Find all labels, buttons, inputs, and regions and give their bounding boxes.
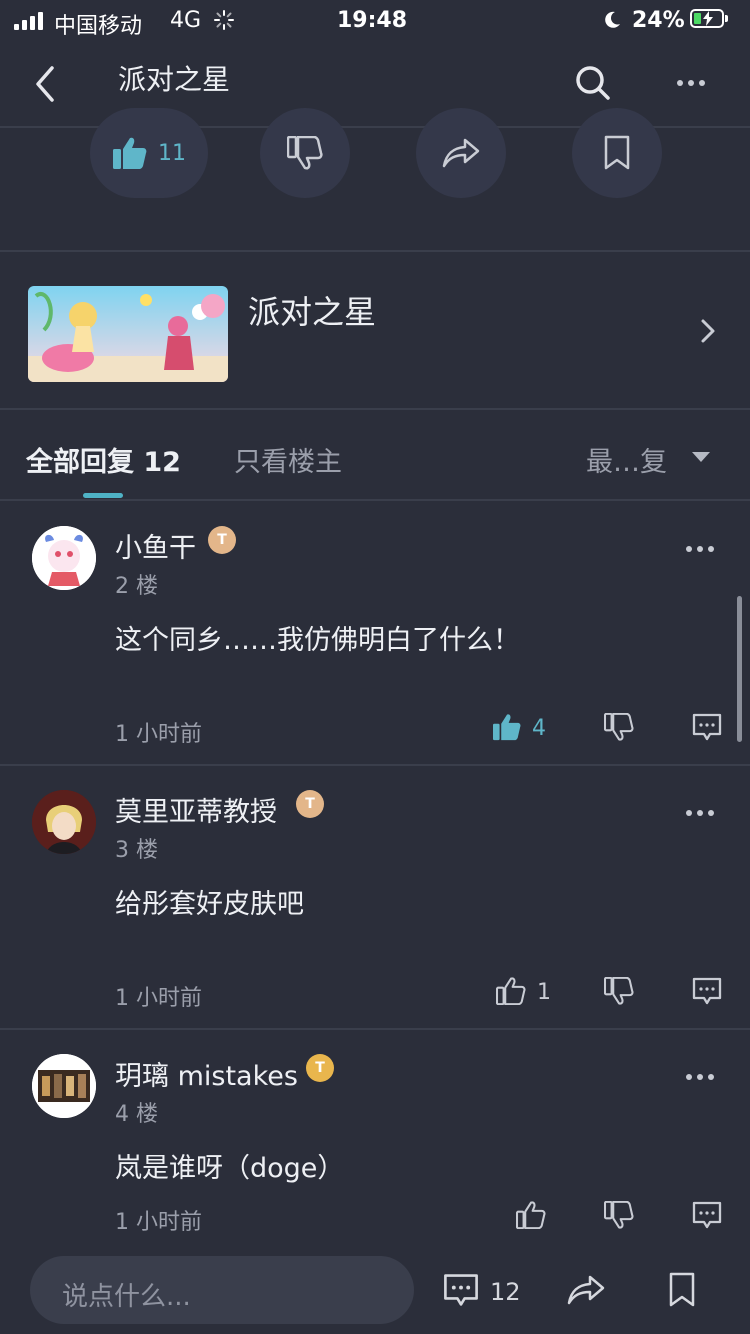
thumbs-up-icon[interactable] [516, 1201, 546, 1229]
post-dislike-button[interactable] [260, 108, 350, 198]
loading-spinner-icon [214, 10, 234, 30]
reply-item [0, 1030, 750, 1246]
comment-input-placeholder[interactable]: 说点什么... [62, 1276, 191, 1313]
reply-time: 1 小时前 [115, 722, 202, 747]
thumbs-down-icon[interactable] [604, 1201, 634, 1229]
moon-icon [605, 11, 620, 28]
user-level-badge: T [306, 1054, 334, 1082]
avatar[interactable] [32, 526, 96, 590]
network-label: 4G [170, 8, 202, 33]
caret-down-icon[interactable] [692, 452, 710, 462]
thumbs-up-icon [113, 137, 147, 169]
sort-selector[interactable]: 最…复 [586, 440, 667, 479]
signal-icon [14, 12, 44, 30]
back-icon[interactable] [30, 64, 60, 104]
comment-count: 12 [490, 1278, 521, 1306]
reply-more-icon[interactable] [686, 1074, 714, 1080]
game-name: 派对之星 [248, 293, 377, 331]
status-bar: 中国移动 4G 19:48 24% [0, 0, 750, 40]
reply-time: 1 小时前 [115, 986, 202, 1011]
battery-tip [725, 15, 728, 22]
chevron-right-icon[interactable] [698, 318, 718, 344]
user-level-badge: T [208, 526, 236, 554]
post-share-button[interactable] [416, 108, 506, 198]
share-icon[interactable] [566, 1274, 606, 1306]
comment-icon[interactable] [692, 976, 722, 1006]
username[interactable]: 小鱼干 [115, 526, 196, 565]
thumbs-up-icon[interactable] [492, 713, 522, 741]
floor-number: 3 楼 [115, 838, 158, 863]
game-cover-image [28, 286, 228, 382]
page-title: 派对之星 [118, 63, 231, 96]
thumbs-down-icon [287, 136, 323, 170]
comments-icon[interactable] [442, 1272, 480, 1308]
tab-active-indicator [83, 493, 123, 498]
reply-content: 岚是谁呀（doge） [115, 1153, 345, 1184]
username[interactable]: 玥璃 mistakes [115, 1054, 298, 1093]
reply-like-count: 1 [537, 980, 551, 1005]
clock: 19:48 [337, 8, 408, 33]
avatar[interactable] [32, 1054, 96, 1118]
comment-icon[interactable] [692, 1200, 722, 1230]
battery-percent: 24% [632, 8, 685, 33]
carrier-label: 中国移动 [54, 14, 143, 39]
reply-content: 给彤套好皮肤吧 [115, 889, 304, 920]
thumbs-up-icon[interactable] [496, 977, 526, 1005]
comment-icon[interactable] [692, 712, 722, 742]
reply-time: 1 小时前 [115, 1210, 202, 1235]
post-like-button[interactable]: 11 [90, 108, 208, 198]
more-options-icon[interactable] [677, 80, 705, 86]
reply-content: 这个同乡……我仿佛明白了什么！ [115, 625, 520, 656]
tab-all-replies[interactable]: 全部回复 12 [26, 440, 181, 479]
avatar[interactable] [32, 790, 96, 854]
reply-like-count: 4 [532, 716, 546, 741]
reply-item [0, 766, 750, 1028]
search-icon[interactable] [574, 64, 612, 102]
battery-icon [690, 9, 724, 28]
divider [0, 408, 750, 410]
bookmark-icon [604, 135, 630, 170]
bookmark-icon[interactable] [666, 1272, 698, 1308]
floor-number: 4 楼 [115, 1102, 158, 1127]
post-bookmark-button[interactable] [572, 108, 662, 198]
thumbs-down-icon[interactable] [604, 713, 634, 741]
user-level-badge: T [296, 790, 324, 818]
post-like-count: 11 [158, 140, 186, 166]
reply-more-icon[interactable] [686, 546, 714, 552]
tab-owner-only[interactable]: 只看楼主 [234, 440, 342, 479]
reply-more-icon[interactable] [686, 810, 714, 816]
share-icon [442, 138, 480, 168]
username[interactable]: 莫里亚蒂教授 [115, 790, 277, 829]
scrollbar[interactable] [737, 596, 742, 742]
thumbs-down-icon[interactable] [604, 977, 634, 1005]
floor-number: 2 楼 [115, 574, 158, 599]
